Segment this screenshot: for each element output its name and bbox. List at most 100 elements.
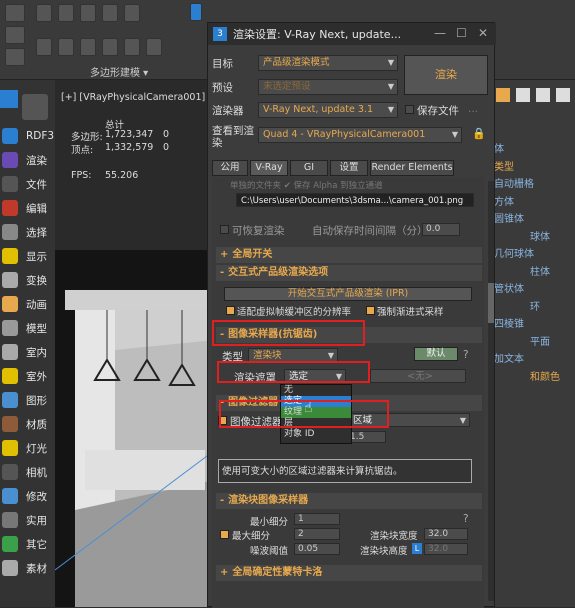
tab-vray[interactable]: V-Ray (250, 160, 288, 176)
viewport-3d-scene[interactable] (55, 250, 215, 607)
cloud-icon-2[interactable] (5, 26, 25, 44)
left-nav-item[interactable]: 编辑 (0, 196, 55, 220)
left-nav-item[interactable]: RDF3 (0, 124, 55, 148)
modeling-ribbon-label[interactable]: 多边形建模 ▾ (90, 64, 148, 79)
left-nav-item[interactable]: 修改 (0, 484, 55, 508)
create-panel-item[interactable]: 几何球体 (494, 245, 534, 260)
more-icon[interactable]: ... (468, 103, 478, 115)
tab-common[interactable]: 公用 (212, 160, 248, 176)
filter-size-spinner[interactable]: 1.5 (346, 431, 386, 443)
tab-render-elements[interactable]: Render Elements (370, 160, 454, 176)
create-panel-item[interactable]: 和颜色 (530, 368, 560, 383)
max-subdivs-spinner[interactable]: 2 (294, 528, 340, 540)
create-panel-item[interactable]: 自动栅格 (494, 175, 534, 190)
lock-icon[interactable]: 🔒 (472, 127, 486, 140)
ipr-fit-checkbox[interactable] (226, 306, 235, 315)
left-nav-item[interactable]: 实用 (0, 508, 55, 532)
create-panel-item[interactable]: 四棱锥 (494, 315, 524, 330)
tool-icon-7[interactable] (58, 38, 74, 56)
dialog-titlebar[interactable]: 3 渲染设置: V-Ray Next, update... — ☐ ✕ (208, 23, 496, 45)
create-panel-item[interactable]: 平面 (530, 333, 550, 348)
create-panel-item[interactable]: 加文本 (494, 350, 524, 365)
section-ipr-options[interactable]: - 交互式产品级渲染选项 (216, 265, 482, 281)
noise-threshold-spinner[interactable]: 0.05 (294, 543, 340, 555)
section-bucket-sampler[interactable]: - 渲染块图像采样器 (216, 493, 482, 509)
create-panel-item[interactable]: 圆锥体 (494, 210, 524, 225)
start-ipr-button[interactable]: 开始交互式产品级渲染 (IPR) (224, 287, 472, 301)
viewport-label[interactable]: [+] [VRayPhysicalCamera001] [I (61, 92, 215, 103)
left-nav-item[interactable]: 其它 (0, 532, 55, 556)
tab-gi[interactable]: GI (290, 160, 328, 176)
scrollbar[interactable] (488, 181, 494, 601)
create-panel-item[interactable]: 体 (494, 140, 504, 155)
target-dropdown[interactable]: 产品级渲染模式 ▼ (258, 55, 398, 71)
section-global-dmc[interactable]: + 全局确定性蒙特卡洛 (216, 565, 482, 581)
left-nav-item[interactable]: 室内 (0, 340, 55, 364)
left-nav-item[interactable]: 灯光 (0, 436, 55, 460)
left-nav-item[interactable]: 变换 (0, 268, 55, 292)
close-icon[interactable]: ✕ (478, 26, 488, 40)
grid-icon[interactable] (5, 48, 25, 66)
autosave-spinner[interactable]: 0.0 (422, 223, 460, 236)
cloud-icon[interactable] (5, 4, 25, 22)
create-panel-item[interactable]: 柱体 (530, 263, 550, 278)
default-button[interactable]: 默认 (414, 347, 458, 361)
max-subdivs-checkbox[interactable] (220, 530, 229, 539)
minimize-icon[interactable]: — (434, 26, 446, 40)
create-panel-item[interactable]: 环 (530, 298, 540, 313)
bucket-height-spinner[interactable]: 32.0 (424, 543, 468, 555)
section-global-switches[interactable]: + 全局开关 (216, 247, 482, 263)
min-subdivs-spinner[interactable]: 1 (294, 513, 340, 525)
ipr-progressive-checkbox[interactable] (366, 306, 375, 315)
tool-icon-9[interactable] (102, 38, 118, 56)
tool-icon-2[interactable] (58, 4, 74, 22)
motion-tab-icon[interactable] (556, 88, 570, 102)
tool-icon-4[interactable] (102, 4, 118, 22)
sampler-type-dropdown[interactable]: 渲染块 ▼ (248, 348, 338, 362)
maximize-icon[interactable]: ☐ (456, 26, 467, 40)
help-icon-2[interactable]: ? (463, 513, 469, 525)
left-nav-item[interactable]: 模型 (0, 316, 55, 340)
create-panel-item[interactable]: 方体 (494, 193, 514, 208)
left-nav-item[interactable]: 图形 (0, 388, 55, 412)
renderer-dropdown[interactable]: V-Ray Next, update 3.1 ▼ (258, 102, 398, 118)
create-panel-item[interactable]: 类型 (494, 158, 514, 173)
view-cube-icon[interactable] (22, 94, 48, 120)
left-nav-item[interactable]: 动画 (0, 292, 55, 316)
tool-icon-11[interactable] (146, 38, 162, 56)
left-nav-item[interactable]: 显示 (0, 244, 55, 268)
left-nav-item[interactable]: 相机 (0, 460, 55, 484)
left-nav-item[interactable]: 材质 (0, 412, 55, 436)
mask-option-object-id[interactable]: 对象 ID (281, 429, 351, 440)
save-file-checkbox[interactable] (405, 105, 414, 114)
tool-icon-8[interactable] (80, 38, 96, 56)
render-button[interactable]: 渲染 (404, 55, 488, 95)
mask-object-field[interactable]: <无> (370, 369, 466, 383)
left-nav-item[interactable]: 渲染 (0, 148, 55, 172)
active-tool-icon[interactable] (190, 3, 202, 21)
tool-icon-3[interactable] (80, 4, 96, 22)
left-nav-item[interactable]: 素材 (0, 556, 55, 580)
hierarchy-tab-icon[interactable] (536, 88, 550, 102)
scrollbar-thumb[interactable] (488, 283, 494, 323)
mask-option-none[interactable]: 无 (281, 385, 351, 396)
grid-view-icon[interactable] (0, 90, 18, 108)
help-icon[interactable]: ? (463, 349, 469, 361)
left-nav-item[interactable]: 文件 (0, 172, 55, 196)
create-panel-item[interactable]: 管状体 (494, 280, 524, 295)
create-icon[interactable] (496, 88, 510, 102)
bucket-width-spinner[interactable]: 32.0 (424, 528, 468, 540)
tab-settings[interactable]: 设置 (330, 160, 368, 176)
modify-tab-icon[interactable] (516, 88, 530, 102)
create-panel-item[interactable]: 球体 (530, 228, 550, 243)
tool-icon-10[interactable] (124, 38, 140, 56)
preset-dropdown[interactable]: 未选定预设 ▼ (258, 79, 398, 95)
tool-icon-6[interactable] (36, 38, 52, 56)
view-dropdown[interactable]: Quad 4 - VRayPhysicalCamera001 ▼ (258, 127, 462, 143)
left-nav-item[interactable]: 选择 (0, 220, 55, 244)
lock-aspect-button[interactable]: L (412, 543, 422, 554)
left-nav-item[interactable]: 室外 (0, 364, 55, 388)
tool-icon-1[interactable] (36, 4, 52, 22)
resumable-checkbox[interactable] (220, 225, 229, 234)
output-path-field[interactable]: C:\Users\user\Documents\3dsma...\camera_… (236, 193, 474, 207)
